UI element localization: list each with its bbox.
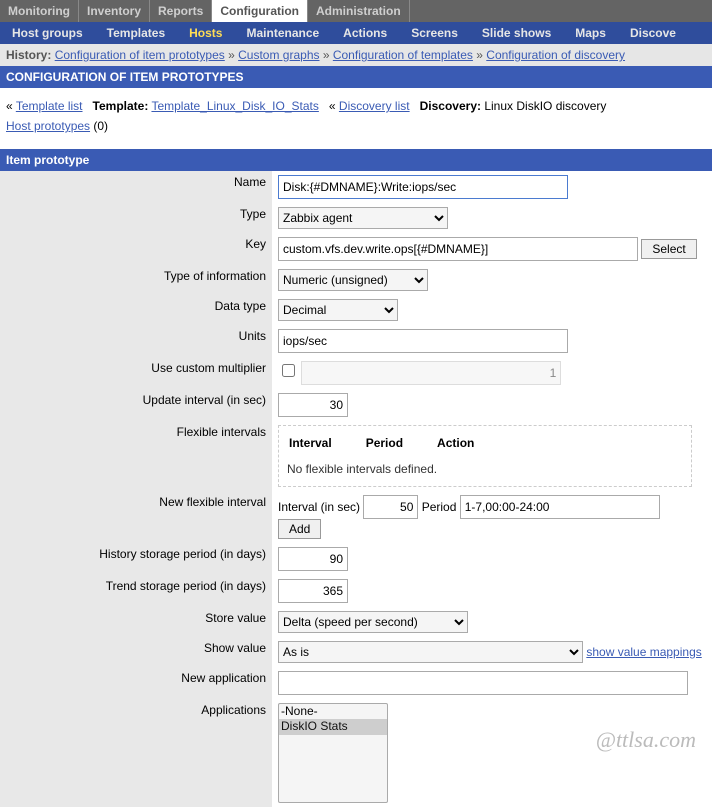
sub-nav-templates[interactable]: Templates xyxy=(95,22,177,44)
top-nav-inventory[interactable]: Inventory xyxy=(79,0,150,22)
history-link[interactable]: Configuration of discovery xyxy=(486,48,625,62)
name-input[interactable] xyxy=(278,175,568,199)
sub-nav-maps[interactable]: Maps xyxy=(563,22,618,44)
flex-col-period: Period xyxy=(364,434,433,452)
sub-nav-slide-shows[interactable]: Slide shows xyxy=(470,22,563,44)
flex-col-action: Action xyxy=(435,434,504,452)
flex-col-interval: Interval xyxy=(287,434,362,452)
label-trend: Trend storage period (in days) xyxy=(0,575,272,607)
type-select[interactable]: Zabbix agent xyxy=(278,207,448,229)
applications-select[interactable]: -None-DiskIO Stats xyxy=(278,703,388,803)
label-newapp: New application xyxy=(0,667,272,699)
label-store: Store value xyxy=(0,607,272,637)
template-link[interactable]: Template_Linux_Disk_IO_Stats xyxy=(151,99,318,113)
label-key: Key xyxy=(0,233,272,265)
label-type-info: Type of information xyxy=(0,265,272,295)
top-nav-administration[interactable]: Administration xyxy=(308,0,410,22)
host-prototypes-link[interactable]: Host prototypes xyxy=(6,119,90,133)
label-flex: Flexible intervals xyxy=(0,421,272,491)
history-link[interactable]: Configuration of templates xyxy=(333,48,473,62)
top-nav: MonitoringInventoryReportsConfigurationA… xyxy=(0,0,712,22)
label-units: Units xyxy=(0,325,272,357)
multiplier-input xyxy=(301,361,561,385)
history-link[interactable]: Custom graphs xyxy=(238,48,319,62)
sub-nav-actions[interactable]: Actions xyxy=(331,22,399,44)
type-info-select[interactable]: Numeric (unsigned) xyxy=(278,269,428,291)
label-show: Show value xyxy=(0,637,272,667)
sub-nav-hosts[interactable]: Hosts xyxy=(177,22,234,44)
flexible-intervals-box: Interval Period Action No flexible inter… xyxy=(278,425,692,487)
history-input[interactable] xyxy=(278,547,348,571)
data-type-select[interactable]: Decimal xyxy=(278,299,398,321)
select-button[interactable]: Select xyxy=(641,239,696,259)
page-header: CONFIGURATION OF ITEM PROTOTYPES xyxy=(0,66,712,88)
top-nav-reports[interactable]: Reports xyxy=(150,0,212,22)
breadcrumb: « Template list Template: Template_Linux… xyxy=(0,88,712,145)
newflex-period-input[interactable] xyxy=(460,495,660,519)
label-data-type: Data type xyxy=(0,295,272,325)
section-header: Item prototype xyxy=(0,149,712,171)
label-name: Name xyxy=(0,171,272,203)
sub-nav-host-groups[interactable]: Host groups xyxy=(0,22,95,44)
show-value-select[interactable]: As is xyxy=(278,641,583,663)
key-input[interactable] xyxy=(278,237,638,261)
label-newflex: New flexible interval xyxy=(0,491,272,543)
newflex-interval-input[interactable] xyxy=(363,495,418,519)
add-button[interactable]: Add xyxy=(278,519,321,539)
show-value-mappings-link[interactable]: show value mappings xyxy=(586,645,701,659)
label-type: Type xyxy=(0,203,272,233)
discovery-list-link[interactable]: Discovery list xyxy=(339,99,410,113)
units-input[interactable] xyxy=(278,329,568,353)
item-prototype-form: Name Type Zabbix agent Key Select Type o… xyxy=(0,171,712,807)
watermark: @ttlsa.com xyxy=(596,727,696,753)
update-interval-input[interactable] xyxy=(278,393,348,417)
template-list-link[interactable]: Template list xyxy=(16,99,83,113)
sub-nav-screens[interactable]: Screens xyxy=(399,22,470,44)
label-multiplier: Use custom multiplier xyxy=(0,357,272,389)
sub-nav-maintenance[interactable]: Maintenance xyxy=(234,22,331,44)
label-history: History storage period (in days) xyxy=(0,543,272,575)
top-nav-monitoring[interactable]: Monitoring xyxy=(0,0,79,22)
new-application-input[interactable] xyxy=(278,671,688,695)
label-update: Update interval (in sec) xyxy=(0,389,272,421)
history-bar: History: Configuration of item prototype… xyxy=(0,44,712,66)
history-link[interactable]: Configuration of item prototypes xyxy=(55,48,225,62)
store-value-select[interactable]: Delta (speed per second) xyxy=(278,611,468,633)
top-nav-configuration[interactable]: Configuration xyxy=(212,0,308,22)
sub-nav-discove[interactable]: Discove xyxy=(618,22,688,44)
sub-nav: Host groupsTemplatesHostsMaintenanceActi… xyxy=(0,22,712,44)
flex-none-msg: No flexible intervals defined. xyxy=(285,454,685,480)
trend-input[interactable] xyxy=(278,579,348,603)
label-apps: Applications xyxy=(0,699,272,807)
multiplier-checkbox[interactable] xyxy=(282,364,295,377)
